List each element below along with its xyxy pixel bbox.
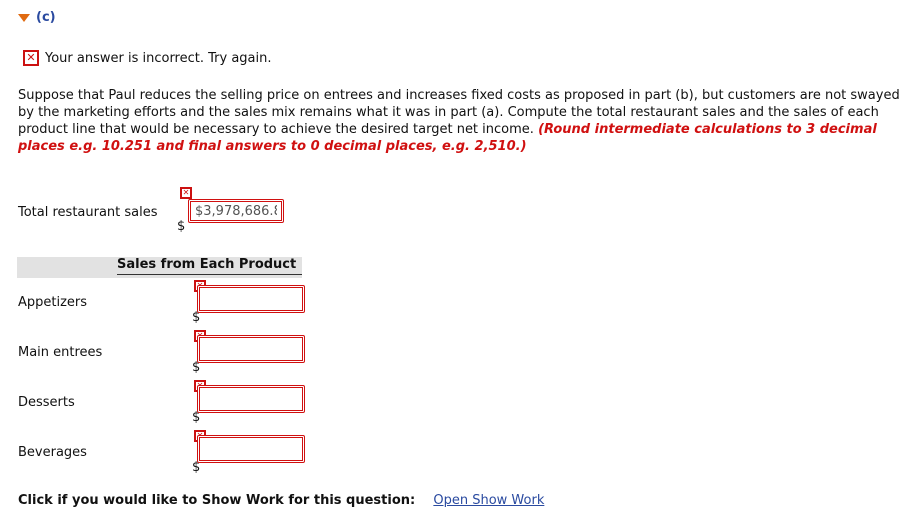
row-label-main-entrees: Main entrees <box>18 345 103 360</box>
total-currency-symbol: $ <box>177 219 186 234</box>
open-show-work-link[interactable]: Open Show Work <box>433 493 544 508</box>
sales-column-header: Sales from Each Product <box>117 257 302 275</box>
answer-status: ✕ Your answer is incorrect. Try again. <box>23 50 272 66</box>
part-label: (c) <box>36 10 56 25</box>
row-label-desserts: Desserts <box>18 395 75 410</box>
appetizers-sales-input[interactable] <box>197 285 305 313</box>
main-entrees-sales-input[interactable] <box>197 335 305 363</box>
status-message: Your answer is incorrect. Try again. <box>45 50 272 66</box>
row-label-beverages: Beverages <box>18 445 87 460</box>
total-sales-label: Total restaurant sales <box>18 205 158 220</box>
incorrect-x-icon: ✕ <box>23 50 39 66</box>
total-incorrect-x-icon: ✕ <box>180 187 192 199</box>
show-work-prompt: Click if you would like to Show Work for… <box>18 493 416 508</box>
beverages-sales-input[interactable] <box>197 435 305 463</box>
part-c-toggle[interactable]: (c) <box>18 10 56 25</box>
show-work-row: Click if you would like to Show Work for… <box>18 493 544 508</box>
collapse-triangle-icon[interactable] <box>18 14 30 22</box>
question-text: Suppose that Paul reduces the selling pr… <box>18 87 908 155</box>
row-label-appetizers: Appetizers <box>18 295 88 310</box>
total-sales-input[interactable] <box>188 199 284 223</box>
desserts-sales-input[interactable] <box>197 385 305 413</box>
